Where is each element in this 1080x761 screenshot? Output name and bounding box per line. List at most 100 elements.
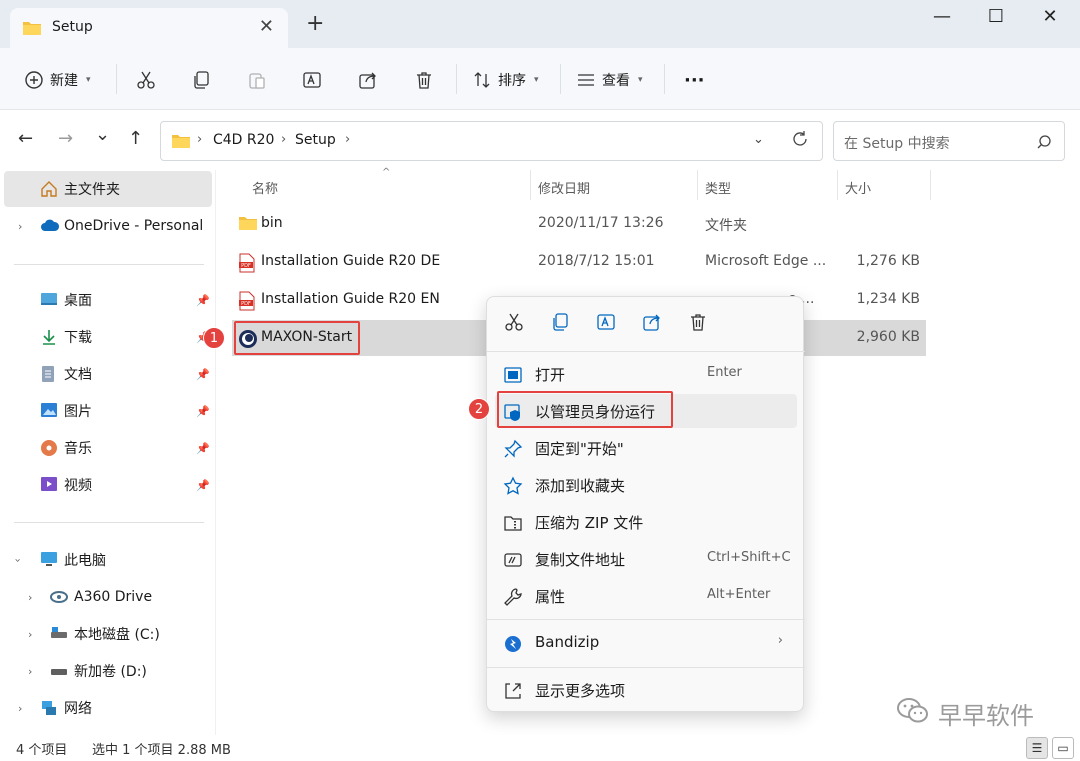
view-button[interactable]: 查看 ▾: [576, 68, 643, 92]
rename-icon: [596, 312, 616, 336]
download-icon: [40, 328, 58, 346]
back-button[interactable]: ←: [18, 128, 33, 149]
breadcrumb-separator: ›: [281, 132, 287, 147]
tab-setup[interactable]: Setup ✕: [10, 8, 288, 48]
sidebar-item-music[interactable]: 音乐 📌: [0, 430, 212, 466]
breadcrumb-c4d[interactable]: C4D R20: [213, 132, 274, 148]
column-header-date[interactable]: 修改日期: [538, 178, 590, 197]
cut-button[interactable]: [136, 68, 156, 92]
folder-icon: [22, 20, 42, 40]
menu-label: 添加到收藏夹: [535, 477, 626, 495]
column-header-type[interactable]: 类型: [705, 178, 731, 197]
ctx-copy-button[interactable]: [545, 311, 575, 337]
sidebar-item-a360[interactable]: › A360 Drive: [0, 579, 212, 615]
forward-button[interactable]: →: [58, 128, 73, 149]
menu-item-compress-zip[interactable]: 压缩为 ZIP 文件: [495, 505, 797, 539]
refresh-icon[interactable]: [791, 130, 809, 152]
command-bar: 新建 ▾ 排序 ▾ 查看 ▾ ···: [0, 48, 1080, 110]
menu-shortcut: Enter: [707, 365, 742, 380]
column-header-size[interactable]: 大小: [845, 178, 871, 197]
details-view-button[interactable]: ☰: [1026, 737, 1048, 759]
recent-locations-button[interactable]: ⌄: [95, 124, 110, 145]
menu-label: Bandizip: [535, 633, 600, 651]
chevron-right-icon[interactable]: ›: [18, 702, 22, 715]
network-icon: [40, 699, 58, 717]
sidebar-item-downloads[interactable]: 下载 📌: [0, 319, 212, 355]
sort-button[interactable]: 排序 ▾: [472, 68, 539, 92]
ctx-cut-button[interactable]: [499, 311, 529, 337]
paste-button[interactable]: [247, 68, 267, 92]
share-button[interactable]: [358, 68, 378, 92]
chevron-down-icon[interactable]: ⌄: [753, 132, 764, 147]
folder-icon: [171, 133, 191, 153]
menu-item-pin-start[interactable]: 固定到"开始": [495, 431, 797, 465]
watermark: 早早软件: [896, 696, 1034, 731]
chevron-right-icon[interactable]: ›: [28, 628, 32, 641]
menu-divider: [487, 351, 805, 352]
address-bar[interactable]: › C4D R20 › Setup › ⌄: [160, 121, 823, 161]
divider: [456, 64, 457, 94]
delete-icon: [414, 70, 434, 90]
sidebar-item-disk-d[interactable]: › 新加卷 (D:): [0, 653, 212, 689]
sidebar-item-documents[interactable]: 文档 📌: [0, 356, 212, 392]
sidebar-item-videos[interactable]: 视频 📌: [0, 467, 212, 503]
menu-item-add-favorites[interactable]: 添加到收藏夹: [495, 468, 797, 502]
sidebar-item-disk-c[interactable]: › 本地磁盘 (C:): [0, 616, 212, 652]
disk-icon: [50, 626, 68, 644]
copy-button[interactable]: [191, 68, 211, 92]
music-icon: [40, 439, 58, 457]
menu-divider: [487, 667, 805, 668]
context-menu: 打开 Enter 以管理员身份运行 固定到"开始" 添加到收藏夹 压缩为 ZIP…: [486, 296, 805, 712]
menu-item-properties[interactable]: 属性 Alt+Enter: [495, 579, 797, 613]
file-size: 1,234 KB: [856, 291, 920, 307]
new-tab-button[interactable]: +: [306, 13, 324, 35]
file-name: bin: [261, 215, 283, 231]
sidebar-label: 音乐: [64, 441, 92, 457]
rename-button[interactable]: [302, 68, 322, 92]
selection-info: 选中 1 个项目 2.88 MB: [92, 743, 231, 758]
file-row-guide-de[interactable]: PDF Installation Guide R20 DE 2018/7/12 …: [232, 244, 926, 280]
sidebar-item-onedrive[interactable]: › OneDrive - Personal: [0, 208, 212, 244]
column-divider: [930, 170, 931, 200]
menu-item-bandizip[interactable]: Bandizip ›: [495, 626, 797, 660]
chevron-down-icon: ▾: [638, 75, 643, 85]
chevron-right-icon[interactable]: ›: [28, 665, 32, 678]
sidebar-item-desktop[interactable]: 桌面 📌: [0, 282, 212, 318]
maximize-button[interactable]: ☐: [976, 6, 1016, 27]
delete-button[interactable]: [414, 68, 434, 92]
search-placeholder: 在 Setup 中搜索: [844, 136, 950, 152]
sidebar-item-this-pc[interactable]: › 此电脑: [0, 542, 212, 578]
pin-icon: 📌: [196, 367, 210, 381]
sidebar-item-home[interactable]: 主文件夹: [4, 171, 212, 207]
navigation-pane: 主文件夹 › OneDrive - Personal 桌面 📌 下载 📌 文档 …: [0, 170, 215, 735]
chevron-right-icon[interactable]: ›: [28, 591, 32, 604]
ctx-share-button[interactable]: [637, 311, 667, 337]
column-divider: [837, 170, 838, 200]
breadcrumb-setup[interactable]: Setup: [295, 132, 336, 148]
up-button[interactable]: ↑: [128, 128, 143, 149]
close-window-button[interactable]: ✕: [1030, 6, 1070, 27]
new-button[interactable]: 新建 ▾: [24, 68, 91, 92]
sidebar-item-network[interactable]: › 网络: [0, 690, 212, 726]
ctx-rename-button[interactable]: [591, 311, 621, 337]
ctx-delete-button[interactable]: [683, 311, 713, 337]
menu-item-copy-path[interactable]: 复制文件地址 Ctrl+Shift+C: [495, 542, 797, 576]
minimize-button[interactable]: —: [922, 6, 962, 27]
search-input[interactable]: 在 Setup 中搜索: [833, 121, 1065, 161]
sidebar-item-pictures[interactable]: 图片 📌: [0, 393, 212, 429]
divider: [664, 64, 665, 94]
tiles-view-button[interactable]: ▭: [1052, 737, 1074, 759]
file-date: 2018/7/12 15:01: [538, 253, 655, 269]
file-size: 2,960 KB: [856, 329, 920, 345]
column-header-name[interactable]: 名称: [252, 178, 278, 197]
file-row-bin[interactable]: bin 2020/11/17 13:26 文件夹: [232, 206, 926, 242]
menu-item-open[interactable]: 打开 Enter: [495, 357, 797, 391]
close-tab-icon[interactable]: ✕: [259, 16, 274, 37]
chevron-down-icon[interactable]: ›: [12, 558, 25, 562]
svg-text:PDF: PDF: [241, 263, 251, 269]
chevron-right-icon[interactable]: ›: [18, 220, 22, 233]
menu-item-show-more-options[interactable]: 显示更多选项: [495, 673, 797, 707]
copy-icon: [191, 70, 211, 90]
sidebar-label: 主文件夹: [64, 182, 120, 198]
more-button[interactable]: ···: [684, 68, 705, 92]
